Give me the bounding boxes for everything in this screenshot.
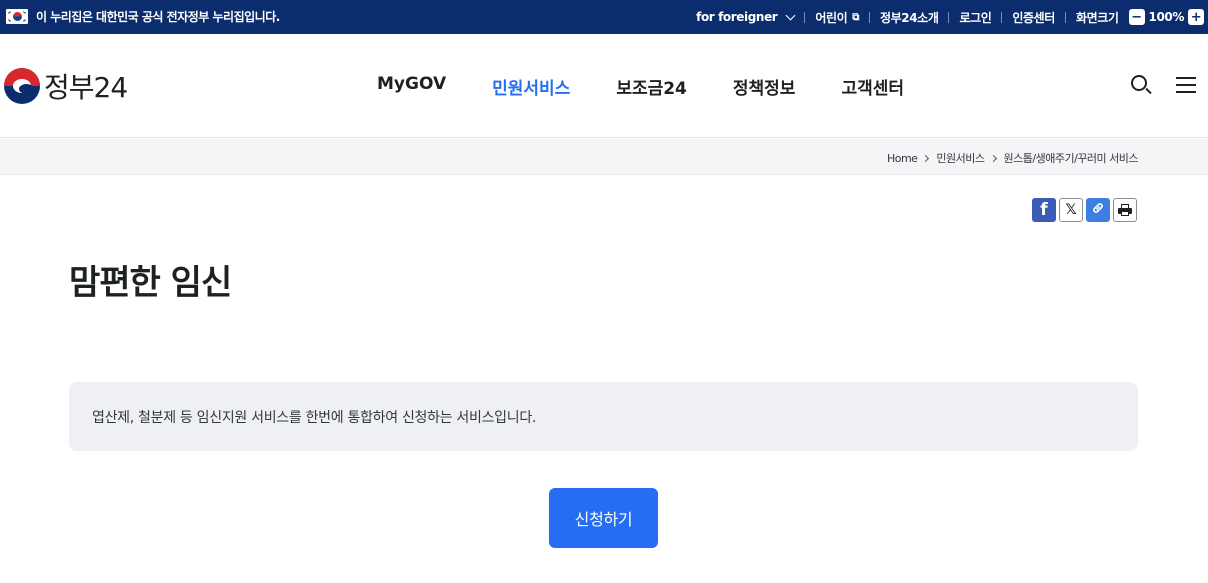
- kids-label: 어린이: [815, 10, 848, 25]
- nav-policy-info[interactable]: 정책정보: [733, 74, 796, 99]
- utility-menu: for foreigner 어린이 ⧉ 정부24소개 로그인 인증센터 화면크기…: [696, 0, 1204, 34]
- link-icon: [1091, 201, 1105, 219]
- foreigner-dropdown[interactable]: for foreigner: [696, 10, 796, 24]
- breadcrumb-home[interactable]: Home: [887, 152, 918, 165]
- share-tools: f 𝕏: [1032, 198, 1140, 222]
- about-link[interactable]: 정부24소개: [880, 9, 939, 26]
- menu-icon[interactable]: [1176, 76, 1196, 94]
- divider: [804, 11, 806, 23]
- facebook-share-button[interactable]: f: [1032, 198, 1056, 222]
- zoom-out-button[interactable]: −: [1128, 9, 1145, 25]
- x-share-button[interactable]: 𝕏: [1059, 198, 1083, 222]
- korea-flag-icon: [6, 9, 28, 24]
- nav-civil-service[interactable]: 민원서비스: [492, 74, 570, 99]
- site-header: 정부24 MyGOV 민원서비스 보조금24 정책정보 고객센터: [0, 34, 1208, 138]
- copy-link-button[interactable]: [1086, 198, 1110, 222]
- main-nav: MyGOV 민원서비스 보조금24 정책정보 고객센터: [377, 74, 950, 99]
- kids-link[interactable]: 어린이 ⧉: [815, 9, 859, 26]
- gov-identity-bar: 이 누리집은 대한민국 공식 전자정부 누리집입니다. for foreigne…: [0, 0, 1208, 34]
- taegeuk-logo-icon: [4, 68, 40, 104]
- header-tools: [1130, 74, 1196, 96]
- login-link[interactable]: 로그인: [959, 9, 991, 26]
- apply-button[interactable]: 신청하기: [549, 488, 658, 548]
- x-icon: 𝕏: [1065, 202, 1077, 218]
- zoom-in-button[interactable]: +: [1188, 9, 1204, 25]
- breadcrumb-civil-service[interactable]: 민원서비스: [936, 150, 985, 166]
- search-icon[interactable]: [1130, 74, 1152, 96]
- print-button[interactable]: [1113, 198, 1137, 222]
- service-description-box: 엽산제, 철분제 등 임신지원 서비스를 한번에 통합하여 신청하는 서비스입니…: [69, 382, 1138, 451]
- page-title: 맘편한 임신: [69, 263, 232, 303]
- chevron-right-icon: [989, 154, 997, 162]
- breadcrumb-onestop[interactable]: 원스톱/생애주기/꾸러미 서비스: [1004, 150, 1139, 166]
- site-logo[interactable]: 정부24: [4, 66, 128, 106]
- zoom-label: 화면크기: [1075, 10, 1119, 25]
- divider: [1064, 11, 1066, 23]
- facebook-icon: f: [1040, 200, 1048, 220]
- nav-customer-center[interactable]: 고객센터: [841, 74, 904, 99]
- zoom-value: 100%: [1148, 10, 1185, 24]
- divider: [948, 11, 950, 23]
- breadcrumb: Home 민원서비스 원스톱/생애주기/꾸러미 서비스: [887, 150, 1139, 166]
- logo-text: 정부24: [44, 71, 128, 104]
- printer-icon: [1118, 204, 1132, 216]
- zoom-control: 화면크기 − 100% +: [1076, 9, 1204, 26]
- nav-subsidy24[interactable]: 보조금24: [616, 74, 687, 99]
- official-site-notice[interactable]: 이 누리집은 대한민국 공식 전자정부 누리집입니다.: [36, 8, 280, 25]
- external-link-icon: ⧉: [852, 11, 859, 23]
- breadcrumb-bar: Home 민원서비스 원스톱/생애주기/꾸러미 서비스: [0, 139, 1208, 175]
- nav-mygov[interactable]: MyGOV: [377, 74, 446, 99]
- chevron-down-icon: [785, 10, 796, 20]
- service-description: 엽산제, 철분제 등 임신지원 서비스를 한번에 통합하여 신청하는 서비스입니…: [92, 410, 537, 426]
- divider: [869, 11, 870, 23]
- foreigner-label: for foreigner: [696, 10, 778, 24]
- cert-center-link[interactable]: 인증센터: [1012, 9, 1055, 26]
- divider: [1001, 11, 1003, 23]
- chevron-right-icon: [922, 154, 930, 162]
